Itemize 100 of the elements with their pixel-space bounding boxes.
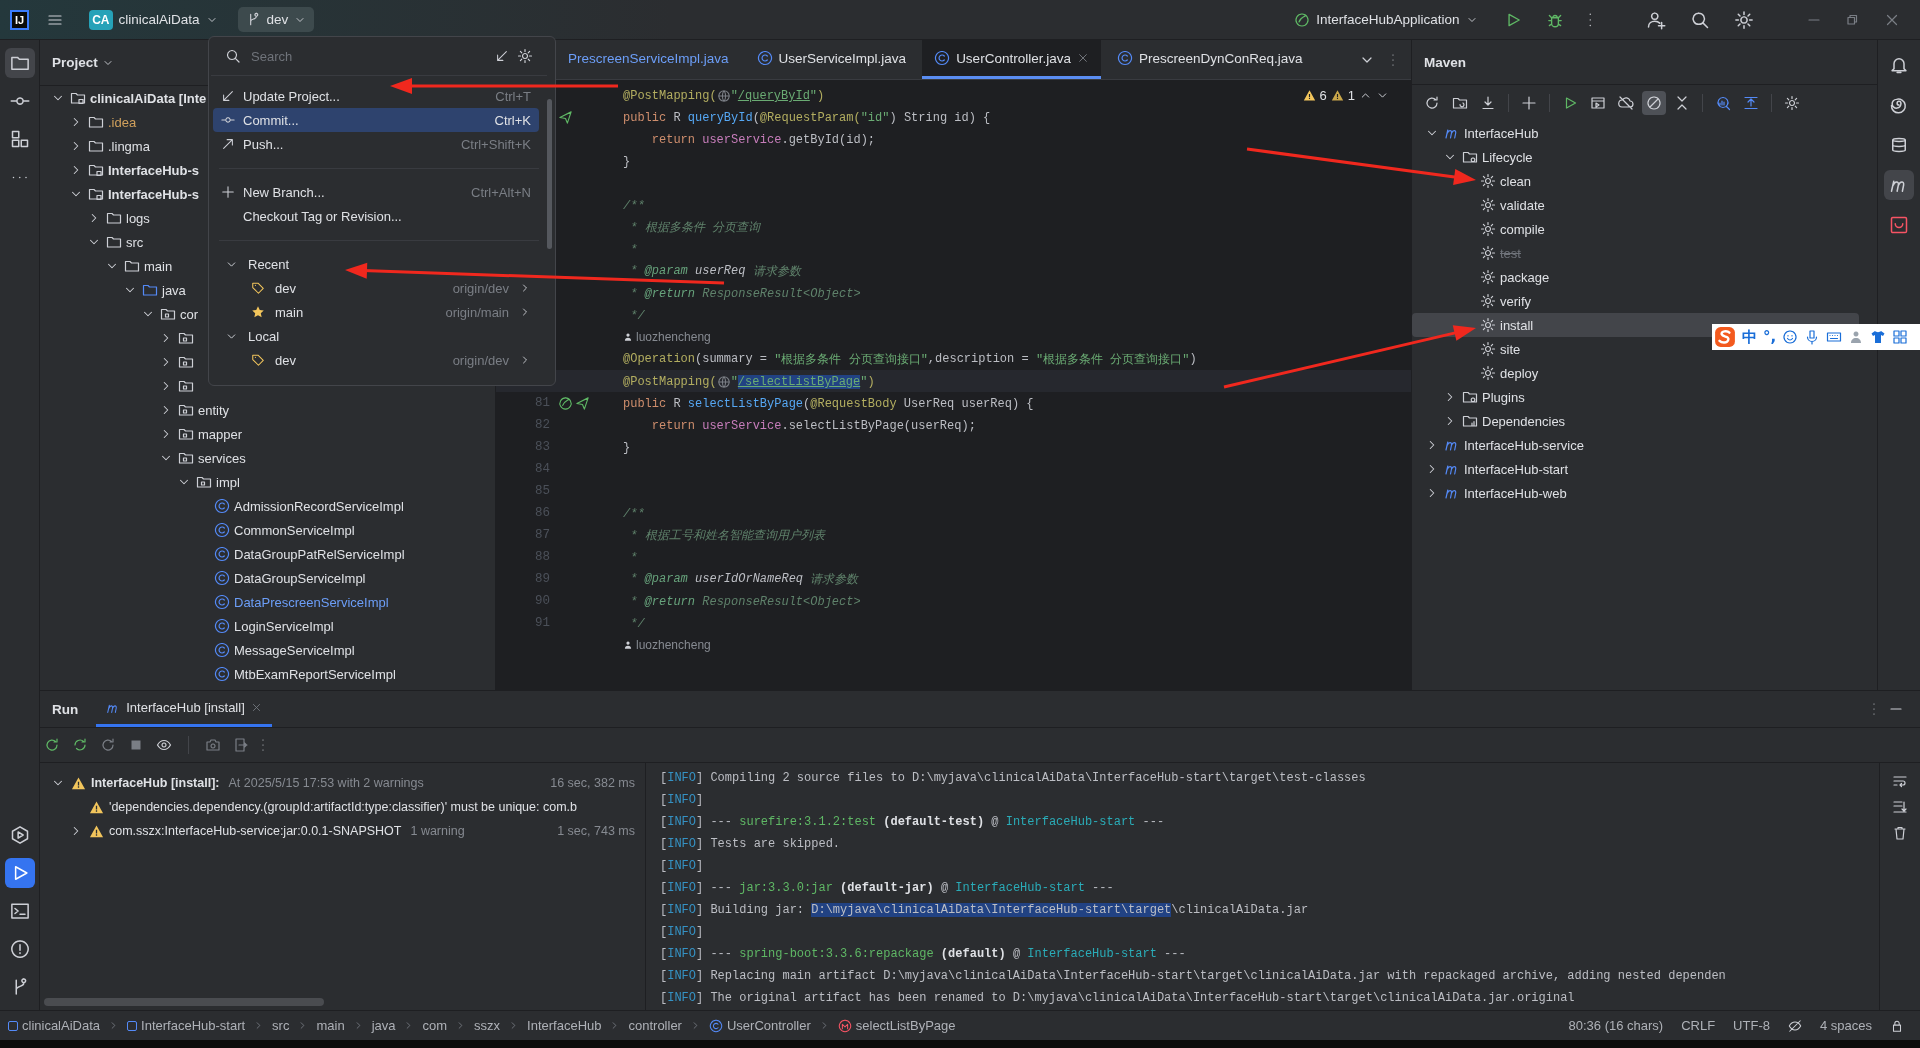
- file-encoding[interactable]: UTF-8: [1733, 1018, 1770, 1033]
- gear-icon: [1480, 341, 1496, 357]
- module-folder-icon: [88, 162, 104, 178]
- breadcrumb[interactable]: com: [422, 1018, 448, 1033]
- tree-item[interactable]: services: [198, 450, 246, 466]
- breadcrumb[interactable]: clinicalAiData: [8, 1018, 101, 1033]
- menu-item[interactable]: New Branch... Ctrl+Alt+N: [213, 180, 539, 204]
- tree-item[interactable]: cor: [180, 306, 199, 322]
- breadcrumb[interactable]: java: [371, 1018, 396, 1033]
- tree-item[interactable]: logs: [126, 210, 150, 226]
- tree-item[interactable]: AdmissionRecordServiceImpl: [234, 498, 404, 514]
- branch-item[interactable]: dev origin/dev: [213, 276, 539, 300]
- tree-item[interactable]: InterfaceHub-s: [108, 186, 200, 202]
- run-configuration-selector[interactable]: InterfaceHubApplication: [1286, 6, 1486, 33]
- search-field[interactable]: Search: [249, 47, 487, 65]
- branch-selector[interactable]: dev: [237, 7, 315, 32]
- group-header[interactable]: Recent: [248, 256, 290, 272]
- tree-item[interactable]: compile: [1500, 221, 1545, 237]
- editor-tab[interactable]: PrescreenDynConReq.java: [1104, 40, 1315, 79]
- class-icon: [708, 1018, 723, 1033]
- tool-window-button[interactable]: [4, 48, 35, 78]
- tree-item[interactable]: impl: [216, 474, 240, 490]
- breadcrumb[interactable]: sszx: [474, 1018, 501, 1033]
- project-selector[interactable]: CA clinicalAiData: [81, 4, 226, 35]
- author-hint[interactable]: luozhencheng: [623, 329, 711, 344]
- tree-item[interactable]: DataGroupServiceImpl: [234, 570, 366, 586]
- author-hint[interactable]: luozhencheng: [623, 637, 711, 652]
- menu-item[interactable]: Update Project... Ctrl+T: [213, 84, 539, 108]
- tree-item[interactable]: site: [1500, 341, 1521, 357]
- breadcrumb[interactable]: controller: [628, 1018, 682, 1033]
- cursor-position[interactable]: 80:36 (16 chars): [1568, 1018, 1664, 1033]
- code-line: */: [629, 617, 645, 631]
- breadcrumb[interactable]: InterfaceHub: [527, 1018, 602, 1033]
- tree-item[interactable]: Plugins: [1482, 389, 1525, 405]
- breadcrumb[interactable]: selectListByPage: [837, 1018, 956, 1033]
- breadcrumb[interactable]: main: [316, 1018, 345, 1033]
- tree-item[interactable]: clinicalAiData [Inte: [90, 90, 207, 106]
- scrollbar[interactable]: [44, 998, 324, 1006]
- tree-item[interactable]: main: [144, 258, 173, 274]
- tool-window-button[interactable]: [4, 858, 35, 888]
- tree-item[interactable]: .lingma: [108, 138, 150, 154]
- class-icon: [214, 642, 230, 658]
- build-result-item[interactable]: 'dependencies.dependency.(groupId:artifactId:type:classifier)' must be unique: com.b: [109, 800, 577, 814]
- menu-item[interactable]: Commit... Ctrl+K: [213, 108, 539, 132]
- tree-item[interactable]: java: [162, 282, 186, 298]
- run-tab[interactable]: InterfaceHub [install]: [96, 691, 272, 727]
- warning-count[interactable]: 6: [1319, 88, 1327, 103]
- tree-item[interactable]: package: [1500, 269, 1550, 285]
- line-separator[interactable]: CRLF: [1681, 1018, 1716, 1033]
- panel-title[interactable]: Project: [52, 55, 98, 70]
- scrollbar[interactable]: [547, 99, 552, 249]
- tree-item[interactable]: install: [1500, 317, 1534, 333]
- tree-item[interactable]: InterfaceHub: [1464, 125, 1539, 141]
- tree-item[interactable]: entity: [198, 402, 230, 418]
- breadcrumb[interactable]: UserController: [708, 1018, 811, 1033]
- ime-logo-icon[interactable]: [1714, 326, 1736, 348]
- tree-item[interactable]: InterfaceHub-s: [108, 162, 200, 178]
- tree-item[interactable]: InterfaceHub-service: [1464, 437, 1584, 453]
- hexagon-play-icon: [9, 825, 30, 845]
- tree-item[interactable]: DataGroupPatRelServiceImpl: [234, 546, 405, 562]
- tree-item[interactable]: Lifecycle: [1482, 149, 1533, 165]
- breadcrumb[interactable]: InterfaceHub-start: [127, 1018, 246, 1033]
- tree-item[interactable]: InterfaceHub-start: [1464, 461, 1569, 477]
- indent-setting[interactable]: 4 spaces: [1819, 1018, 1872, 1033]
- gear-icon: [1480, 245, 1496, 261]
- app-logo[interactable]: IJ: [10, 9, 30, 30]
- no-entry-button[interactable]: [1642, 91, 1666, 115]
- tree-item[interactable]: MessageServiceImpl: [234, 642, 355, 658]
- editor-tab[interactable]: UserServiceImpl.java: [744, 40, 919, 79]
- tool-window-button[interactable]: [1884, 170, 1914, 200]
- build-result-item[interactable]: InterfaceHub [install]:: [91, 776, 220, 790]
- tree-item[interactable]: CommonServiceImpl: [234, 522, 355, 538]
- tree-item[interactable]: LoginServiceImpl: [234, 618, 334, 634]
- branch-item[interactable]: dev origin/dev: [213, 348, 539, 372]
- group-header[interactable]: Local: [248, 328, 280, 344]
- tree-item[interactable]: verify: [1500, 293, 1532, 309]
- editor-tab[interactable]: UserController.java: [922, 40, 1101, 79]
- folder-icon: [124, 258, 140, 274]
- class-icon: [214, 522, 230, 538]
- class-icon: [214, 594, 230, 610]
- punctuation-mode[interactable]: °,: [1763, 328, 1777, 346]
- menu-item[interactable]: Push... Ctrl+Shift+K: [213, 132, 539, 156]
- tree-item[interactable]: Dependencies: [1482, 413, 1566, 429]
- breadcrumb[interactable]: src: [272, 1018, 290, 1033]
- tree-item[interactable]: validate: [1500, 197, 1545, 213]
- tree-item[interactable]: MtbExamReportServiceImpl: [234, 666, 396, 682]
- tree-item[interactable]: InterfaceHub-web: [1464, 485, 1567, 501]
- tree-item[interactable]: mapper: [198, 426, 243, 442]
- build-result-item[interactable]: com.sszx:InterfaceHub-service:jar:0.0.1-SNAPSHOT: [109, 824, 402, 838]
- tree-item[interactable]: src: [126, 234, 144, 250]
- menu-item[interactable]: Checkout Tag or Revision...: [213, 204, 539, 228]
- tree-item[interactable]: clean: [1500, 173, 1532, 189]
- branch-item[interactable]: main origin/main: [213, 300, 539, 324]
- weak-warning-count[interactable]: 1: [1347, 88, 1355, 103]
- tree-item[interactable]: DataPrescreenServiceImpl: [234, 594, 389, 610]
- editor-tab[interactable]: PrescreenServiceImpl.java: [556, 40, 741, 79]
- console-line: [INFO] Compiling 2 source files to D:\myjava\clinicalAiData\InterfaceHub-start\target\test-classes: [660, 770, 1367, 787]
- tree-item[interactable]: .idea: [108, 114, 137, 130]
- tree-item[interactable]: deploy: [1500, 365, 1539, 381]
- input-language[interactable]: 中: [1742, 327, 1757, 347]
